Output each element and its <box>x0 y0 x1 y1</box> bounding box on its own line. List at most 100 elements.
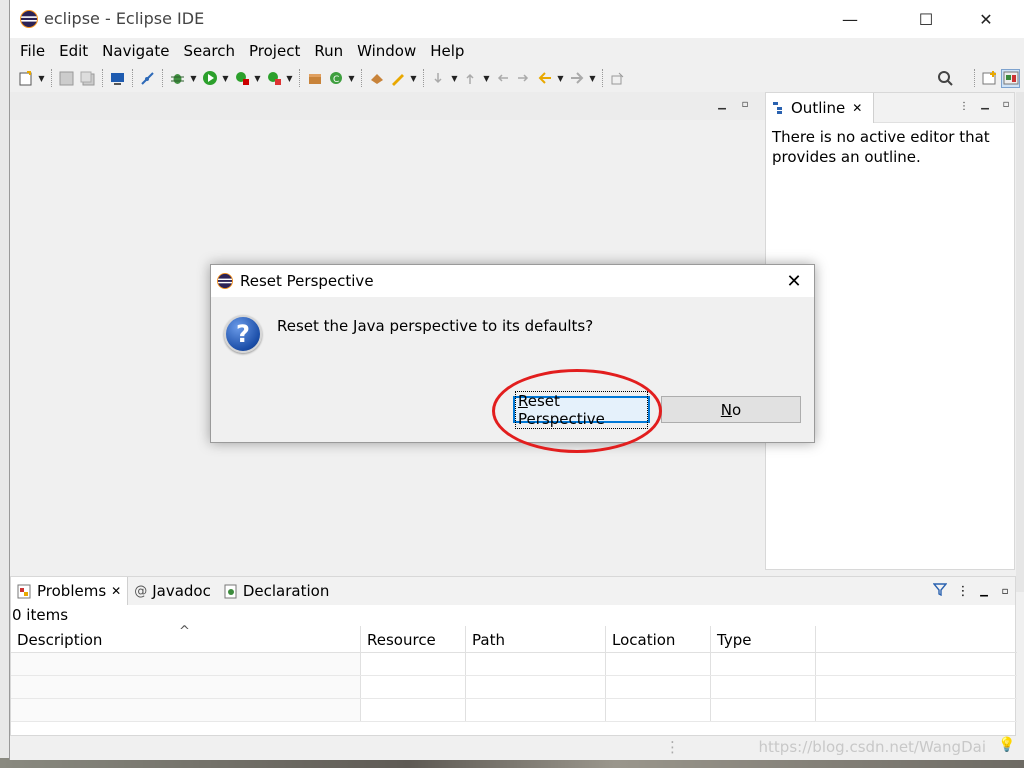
minimize-button[interactable]: — <box>821 0 879 38</box>
problems-maximize-icon[interactable]: ▫ <box>995 586 1015 597</box>
next-annotation-dropdown-icon[interactable]: ▼ <box>450 69 459 88</box>
outline-tab-label: Outline <box>791 99 846 117</box>
declaration-icon <box>224 584 237 598</box>
table-row <box>11 676 1017 699</box>
back-icon[interactable] <box>535 69 554 88</box>
menu-file[interactable]: File <box>13 38 52 64</box>
toolbar-separator <box>974 69 975 87</box>
sort-indicator-icon: ^ <box>179 624 190 639</box>
save-all-icon[interactable] <box>78 69 97 88</box>
outline-maximize-icon[interactable]: ▫ <box>999 97 1013 111</box>
close-tab-icon[interactable]: ✕ <box>111 584 121 598</box>
coverage-dropdown-icon[interactable]: ▼ <box>253 69 262 88</box>
column-resource[interactable]: Resource <box>361 626 466 652</box>
tab-declaration[interactable]: Declaration <box>217 577 335 605</box>
outline-minimize-icon[interactable]: ▁ <box>978 97 992 111</box>
toolbar-separator <box>51 69 52 87</box>
column-path[interactable]: Path <box>466 626 606 652</box>
forward-dropdown-icon[interactable]: ▼ <box>588 69 597 88</box>
title-bar: eclipse - Eclipse IDE — ☐ ✕ <box>10 0 1024 38</box>
open-type-icon[interactable] <box>367 69 386 88</box>
javadoc-icon: @ <box>134 583 148 599</box>
terminal-icon[interactable] <box>108 69 127 88</box>
menu-window[interactable]: Window <box>350 38 423 64</box>
menu-run[interactable]: Run <box>307 38 350 64</box>
menu-project[interactable]: Project <box>242 38 307 64</box>
pin-editor-icon[interactable] <box>608 69 627 88</box>
column-location[interactable]: Location <box>606 626 711 652</box>
close-button[interactable]: ✕ <box>957 0 1015 38</box>
menu-edit[interactable]: Edit <box>52 38 95 64</box>
menu-navigate[interactable]: Navigate <box>95 38 176 64</box>
tab-problems[interactable]: Problems ✕ <box>11 577 129 605</box>
search-icon[interactable] <box>936 69 955 88</box>
external-tools-icon[interactable] <box>264 69 283 88</box>
menu-help[interactable]: Help <box>423 38 471 64</box>
dialog-close-icon[interactable]: ✕ <box>782 270 806 292</box>
forward-edit-location-icon[interactable] <box>514 69 533 88</box>
new-java-package-icon[interactable] <box>305 69 324 88</box>
table-header: Description ^ Resource Path Location Typ… <box>11 624 1017 653</box>
dialog-message: Reset the Java perspective to its defaul… <box>277 317 594 335</box>
javadoc-tab-label: Javadoc <box>152 582 211 600</box>
items-count: 0 items <box>12 606 69 624</box>
dialog-title-bar: Reset Perspective ✕ <box>211 265 814 297</box>
forward-icon[interactable] <box>567 69 586 88</box>
editor-minimize-icon[interactable]: ▁ <box>715 97 729 111</box>
last-edit-location-icon[interactable] <box>493 69 512 88</box>
main-toolbar: ▼ ▼ ▼ ▼ ▼ C ▼ ▼ ▼ ▼ ▼ ▼ <box>10 64 1024 92</box>
open-task-dropdown-icon[interactable]: ▼ <box>409 69 418 88</box>
problems-tab-label: Problems <box>37 582 107 600</box>
menu-bar: File Edit Navigate Search Project Run Wi… <box>10 38 1024 64</box>
declaration-tab-label: Declaration <box>242 582 330 600</box>
right-edge-scrollbar[interactable] <box>1016 92 1024 592</box>
outline-icon <box>773 102 782 114</box>
eclipse-logo-icon <box>20 10 38 28</box>
next-annotation-icon[interactable] <box>429 69 448 88</box>
toolbar-separator <box>423 69 424 87</box>
new-dropdown-icon[interactable]: ▼ <box>37 69 46 88</box>
open-perspective-icon[interactable] <box>980 69 999 88</box>
column-description[interactable]: Description ^ <box>11 624 361 652</box>
status-bar: ⋮ https://blog.csdn.net/WangDai 💡 <box>10 736 1016 758</box>
coverage-icon[interactable] <box>232 69 251 88</box>
column-filler <box>816 626 1017 652</box>
bottom-tab-row: Problems ✕ @ Javadoc Declaration ⋮ ▁ ▫ <box>11 577 1015 605</box>
tab-javadoc[interactable]: @ Javadoc <box>128 577 217 605</box>
new-java-class-icon[interactable]: C <box>326 69 345 88</box>
toolbar-separator <box>602 69 603 87</box>
no-button[interactable]: No <box>661 396 801 423</box>
filter-icon[interactable] <box>932 582 953 600</box>
editor-maximize-icon[interactable]: ▫ <box>738 97 752 111</box>
run-dropdown-icon[interactable]: ▼ <box>221 69 230 88</box>
menu-search[interactable]: Search <box>176 38 242 64</box>
debug-dropdown-icon[interactable]: ▼ <box>189 69 198 88</box>
save-icon[interactable] <box>57 69 76 88</box>
debug-icon[interactable] <box>168 69 187 88</box>
new-java-class-dropdown-icon[interactable]: ▼ <box>347 69 356 88</box>
skip-breakpoints-icon[interactable] <box>138 69 157 88</box>
tab-outline[interactable]: Outline ✕ <box>766 93 874 123</box>
lightbulb-icon[interactable]: 💡 <box>998 737 1015 753</box>
previous-annotation-dropdown-icon[interactable]: ▼ <box>482 69 491 88</box>
toolbar-separator <box>132 69 133 87</box>
run-icon[interactable] <box>200 69 219 88</box>
maximize-button[interactable]: ☐ <box>897 0 955 38</box>
question-icon: ? <box>224 315 262 353</box>
external-tools-dropdown-icon[interactable]: ▼ <box>285 69 294 88</box>
java-perspective-icon[interactable] <box>1001 68 1020 88</box>
problems-minimize-icon[interactable]: ▁ <box>973 586 995 597</box>
view-menu-icon[interactable]: ⋮ <box>957 99 971 113</box>
view-menu-icon[interactable]: ⋮ <box>953 584 973 599</box>
new-icon[interactable] <box>16 69 35 88</box>
open-task-icon[interactable] <box>388 69 407 88</box>
previous-annotation-icon[interactable] <box>461 69 480 88</box>
back-dropdown-icon[interactable]: ▼ <box>556 69 565 88</box>
red-annotation-circle <box>492 369 662 453</box>
close-tab-icon[interactable]: ✕ <box>852 101 862 115</box>
column-type[interactable]: Type <box>711 626 816 652</box>
toolbar-separator <box>102 69 103 87</box>
dialog-title: Reset Perspective <box>240 272 374 290</box>
toolbar-separator <box>162 69 163 87</box>
table-row <box>11 699 1017 722</box>
